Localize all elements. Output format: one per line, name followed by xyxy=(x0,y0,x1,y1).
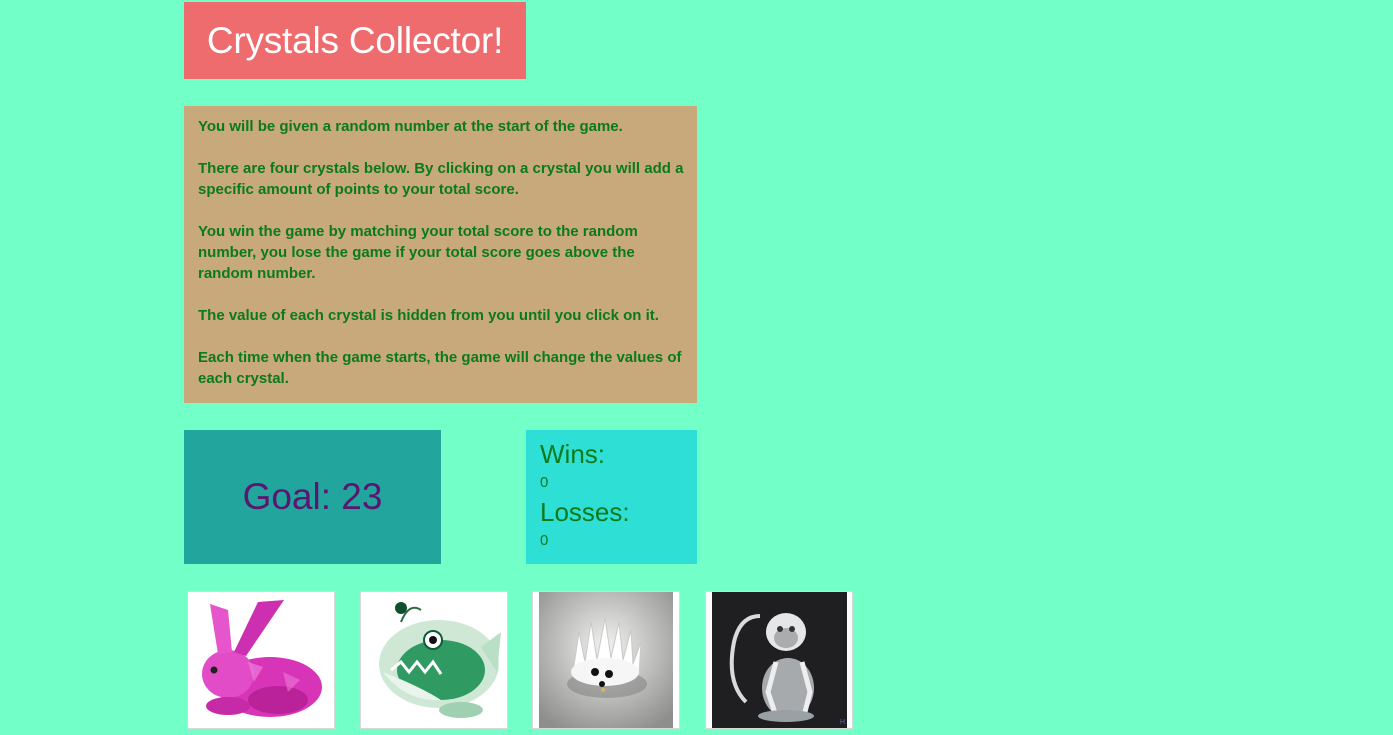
losses-label: Losses: xyxy=(540,497,630,527)
wins-value: 0 xyxy=(540,474,549,491)
green-fish-crystal-icon xyxy=(361,592,507,728)
crystal-button-pink-rabbit[interactable] xyxy=(187,591,335,729)
crystal-button-clear-hedgehog[interactable] xyxy=(532,591,680,729)
instruction-line: You will be given a random number at the… xyxy=(198,118,623,135)
crystal-button-green-fish[interactable] xyxy=(360,591,508,729)
clear-monkey-crystal-icon: H xyxy=(712,592,847,728)
instruction-line: There are four crystals below. By clicki… xyxy=(198,160,684,198)
title-banner: Crystals Collector! xyxy=(184,2,526,79)
losses-value: 0 xyxy=(540,532,549,549)
goal-number: Goal: 23 xyxy=(242,476,383,517)
svg-text:H: H xyxy=(840,719,845,726)
instructions-panel: You will be given a random number at the… xyxy=(184,106,697,403)
pink-rabbit-crystal-icon xyxy=(188,592,334,728)
instruction-line: You win the game by matching your total … xyxy=(198,223,638,282)
scoreboard-panel: Wins: 0 Losses: 0 xyxy=(526,430,697,564)
wins-label: Wins: xyxy=(540,439,605,469)
instruction-line: Each time when the game starts, the game… xyxy=(198,349,682,387)
instruction-line: The value of each crystal is hidden from… xyxy=(198,307,659,324)
goal-panel: Goal: 23 xyxy=(184,430,441,564)
clear-hedgehog-crystal-icon xyxy=(539,592,673,728)
crystal-button-clear-monkey[interactable]: H xyxy=(705,591,853,729)
page-title: Crystals Collector! xyxy=(206,19,504,61)
